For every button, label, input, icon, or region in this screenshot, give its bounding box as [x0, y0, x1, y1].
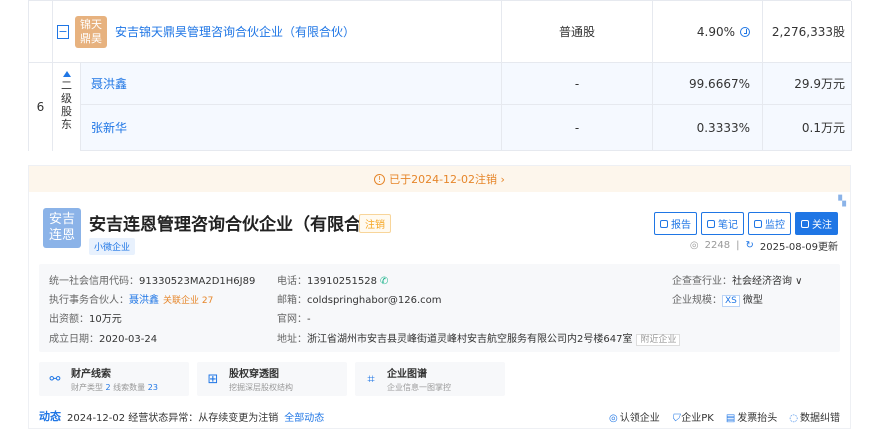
shareholder-link[interactable]: 安吉锦天鼎昊管理咨询合伙企业（有限合伙）: [115, 23, 355, 40]
share-percent-cell: 99.6667%: [653, 63, 763, 104]
property-clues-card[interactable]: ⚯ 财产线索 财产类型 2 线索数量 23: [39, 362, 189, 396]
capital: 出资额：10万元: [49, 314, 122, 325]
level-label: 二级股东: [61, 79, 72, 131]
equity-chart-card[interactable]: ⊞ 股权穿透图 挖掘深层股权结构: [197, 362, 347, 396]
divider: |: [736, 240, 740, 251]
company-pk-button[interactable]: ⛉ 企业PK: [672, 409, 714, 424]
sub-shareholder-link[interactable]: 聂洪鑫: [91, 75, 127, 92]
phone: 电话：13910251528 ✆: [277, 276, 389, 287]
dynamic-bar: 动态 2024-12-02 经营状态异常：从存续变更为注销 全部动态 ◎ 认领企业…: [39, 408, 840, 424]
collapse-icon[interactable]: −: [57, 24, 69, 39]
shareholder-table: − 锦天鼎昊 安吉锦天鼎昊管理咨询合伙企业（有限合伙） 普通股 4.90% 2,…: [28, 0, 852, 151]
meta-line: ◎ 2248 | ↻ 2025-08-09更新: [690, 238, 838, 253]
refresh-icon[interactable]: ↻: [745, 240, 753, 251]
report-button[interactable]: 报告: [654, 212, 697, 235]
website: 官网：-: [277, 314, 311, 325]
share-type-cell: -: [502, 105, 653, 150]
share-amount-cell: 2,276,333股: [763, 1, 852, 62]
caret-up-icon: [62, 71, 71, 77]
address: 地址：浙江省湖州市安吉县灵峰街道灵峰村安吉航空服务有限公司内2号楼647室 附近企…: [277, 330, 681, 346]
share-percent-cell: 0.3333%: [653, 105, 763, 150]
plus-icon: [801, 219, 809, 228]
level-toggle[interactable]: 二级股东: [53, 63, 81, 151]
feedback-icon: ◌: [789, 412, 798, 424]
update-date: 2025-08-09更新: [759, 242, 838, 253]
org-chart-icon: ⊞: [207, 371, 219, 387]
founded: 成立日期：2020-03-24: [49, 334, 158, 345]
pencil-icon: [707, 219, 715, 228]
sub-shareholder-name-cell: 聂洪鑫: [81, 63, 502, 104]
company-card: ! 已于2024-12-02注销 › ▚ 安吉连恩 安吉连恩管理咨询合伙企业（有…: [28, 165, 851, 429]
shareholder-name-cell: − 锦天鼎昊 安吉锦天鼎昊管理咨询合伙企业（有限合伙）: [53, 1, 502, 62]
share-type-cell: -: [502, 63, 653, 104]
company-logo: 锦天鼎昊: [75, 15, 107, 48]
share-percent: 4.90%: [696, 24, 735, 39]
link-icon: ⚯: [49, 371, 61, 387]
type-badge[interactable]: 小微企业: [89, 238, 136, 255]
monitor-icon: [754, 219, 762, 228]
table-row: 聂洪鑫 - 99.6667% 29.9万元: [29, 63, 852, 105]
shield-icon: ⛉: [671, 412, 680, 424]
share-type-cell: 普通股: [502, 1, 653, 62]
follow-button[interactable]: 关注: [795, 212, 838, 235]
info-icon: !: [374, 173, 386, 185]
partner-link[interactable]: 聂洪鑫: [129, 295, 159, 306]
industry: 企查查行业：社会经济咨询 ∨: [672, 276, 803, 287]
invoice-title-button[interactable]: ▤ 发票抬头: [726, 409, 777, 424]
row-index-cell: [29, 1, 53, 62]
table-row: − 锦天鼎昊 安吉锦天鼎昊管理咨询合伙企业（有限合伙） 普通股 4.90% 2,…: [29, 1, 852, 63]
history-icon[interactable]: [740, 26, 750, 37]
share-percent-cell: 4.90%: [653, 1, 763, 62]
company-graph-card[interactable]: ⌗ 企业图谱 企业信息一图掌控: [355, 362, 505, 396]
view-count: 2248: [704, 240, 731, 251]
row-index: 6: [29, 63, 53, 151]
share-amount-cell: 29.9万元: [763, 63, 852, 104]
all-dynamics-link[interactable]: 全部动态: [284, 409, 324, 424]
related-badge[interactable]: 关联企业 27: [163, 296, 213, 306]
email: 邮箱：coldspringhabor@126.com: [277, 295, 442, 306]
company-name: 安吉连恩管理咨询合伙企业（有限合伙）: [89, 215, 395, 235]
cancel-banner[interactable]: ! 已于2024-12-02注销 ›: [29, 166, 850, 192]
scale: 企业规模： XS 微型: [672, 295, 763, 307]
check-circle-icon: ◎: [608, 412, 618, 424]
invoice-icon: ▤: [725, 412, 736, 424]
action-bar: 报告 笔记 监控 关注: [654, 212, 838, 235]
data-correction-button[interactable]: ◌ 数据纠错: [789, 409, 840, 424]
company-logo: 安吉连恩: [43, 208, 81, 248]
qr-corner-icon[interactable]: ▚: [838, 196, 846, 207]
monitor-button[interactable]: 监控: [748, 212, 791, 235]
claim-company-button[interactable]: ◎ 认领企业: [609, 409, 660, 424]
dynamic-title: 动态: [39, 410, 61, 423]
report-icon: [660, 219, 668, 228]
industry-dropdown[interactable]: 社会经济咨询 ∨: [732, 276, 803, 287]
phone-icon[interactable]: ✆: [380, 276, 388, 287]
sub-shareholder-link[interactable]: 张新华: [91, 119, 127, 136]
graph-icon: ⌗: [367, 371, 375, 387]
eye-icon: ◎: [689, 240, 699, 251]
credit-code: 统一社会信用代码：91330523MA2D1H6J89: [49, 276, 256, 287]
scale-badge: XS: [722, 295, 740, 307]
cancel-banner-text: 已于2024-12-02注销 ›: [389, 173, 505, 186]
basic-info: 统一社会信用代码：91330523MA2D1H6J89 执行事务合伙人：聂洪鑫关…: [39, 264, 840, 352]
partner: 执行事务合伙人：聂洪鑫 关联企业 27: [49, 295, 214, 306]
table-row: 张新华 - 0.3333% 0.1万元: [29, 105, 852, 151]
status-badge: 注销: [359, 214, 391, 233]
sub-shareholder-name-cell: 张新华: [81, 105, 502, 150]
note-button[interactable]: 笔记: [701, 212, 744, 235]
nearby-button[interactable]: 附近企业: [636, 334, 681, 346]
dynamic-text: 2024-12-02 经营状态异常：从存续变更为注销: [67, 412, 279, 424]
share-amount-cell: 0.1万元: [763, 105, 852, 150]
